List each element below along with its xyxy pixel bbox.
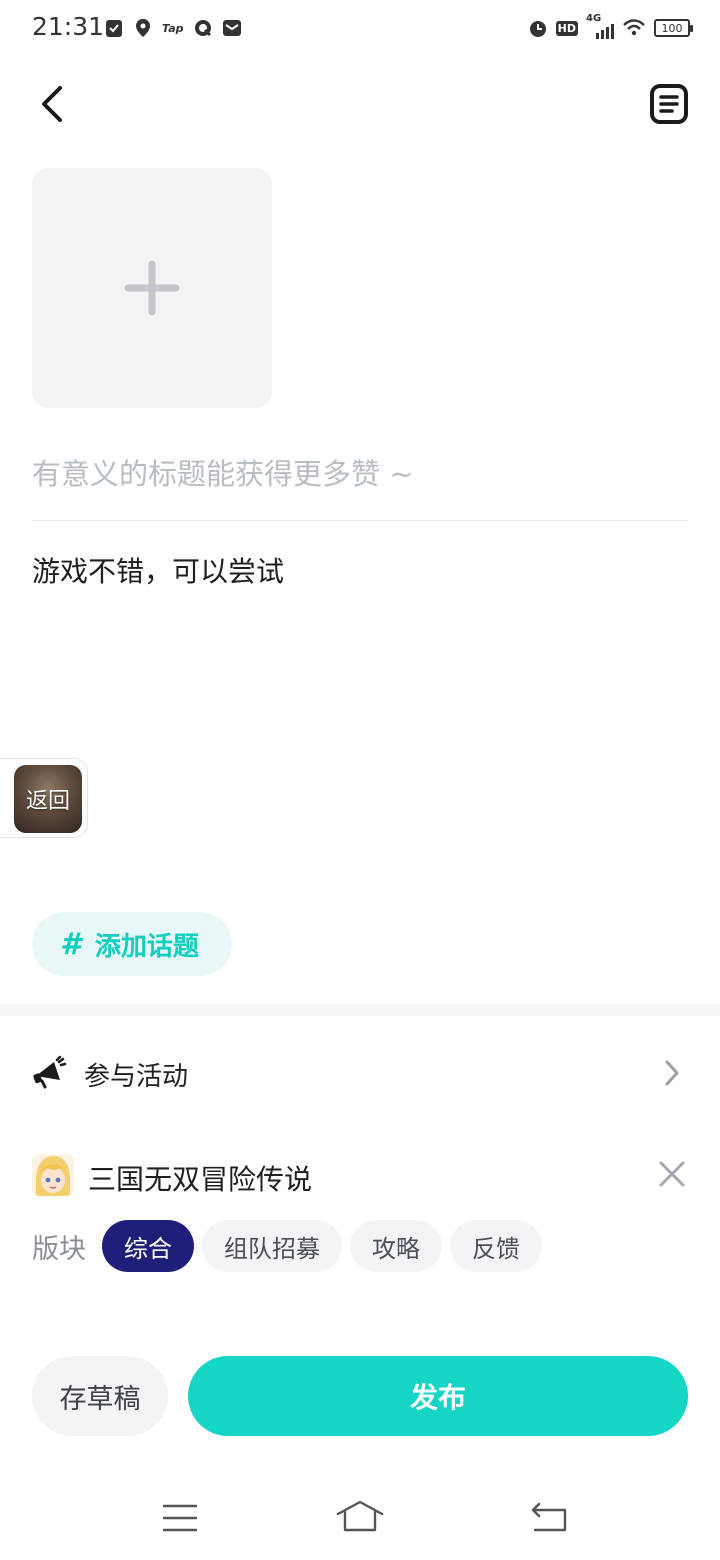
back-arrow-icon [42,86,62,122]
menu-icon [162,1504,198,1532]
floating-return-button[interactable]: 返回 [0,758,88,838]
wifi-icon [623,19,645,36]
megaphone-icon [33,1055,67,1089]
mail-icon [222,20,241,36]
drafts-button[interactable] [648,82,690,126]
join-activity-row[interactable]: 参与活动 [0,1040,720,1106]
board-label: 版块 [32,1233,86,1265]
plus-icon [124,260,180,316]
system-status-icons: HD 4G 100 [528,13,693,42]
board-chip-feedback[interactable]: 反馈 [450,1220,542,1272]
add-image-button[interactable] [32,168,272,408]
q-app-icon [194,20,211,37]
location-pin-icon [136,19,150,37]
battery-icon: 100 [654,19,693,37]
home-button[interactable] [335,1498,385,1538]
alarm-icon [529,21,546,37]
home-icon [336,1500,384,1532]
signal-icon: 4G [586,13,614,39]
board-chip-team-recruit[interactable]: 组队招募 [202,1220,342,1272]
game-name: 三国无双冒险传说 [88,1163,313,1196]
game-avatar [32,1154,74,1196]
publish-button[interactable]: 发布 [188,1356,688,1436]
hd-icon: HD [555,20,578,36]
return-icon [531,1502,567,1532]
chevron-right-icon [665,1060,679,1086]
hashtag-icon: # [60,926,81,962]
selected-game-row: 三国无双冒险传说 [0,1152,720,1202]
back-button[interactable] [34,82,74,126]
system-back-button[interactable] [525,1498,575,1538]
status-time: 21:31 [32,12,105,41]
return-thumbnail: 返回 [14,765,82,833]
board-chip-general[interactable]: 综合 [102,1220,194,1272]
recent-apps-button[interactable] [155,1498,205,1538]
add-topic-label: 添加话题 [94,931,199,962]
add-topic-button[interactable]: # 添加话题 [32,912,232,976]
return-label: 返回 [25,789,70,814]
check-notification-icon [106,20,122,37]
close-icon[interactable] [656,1158,688,1190]
document-icon [650,84,688,124]
title-input[interactable] [32,446,688,502]
post-body-text[interactable]: 游戏不错，可以尝试 [32,548,688,596]
status-bar: 21:31 Tap HD 4G 100 [0,0,720,56]
section-divider [0,1004,720,1016]
system-navigation-bar [0,1480,720,1560]
title-divider [32,520,688,521]
board-chip-guide[interactable]: 攻略 [350,1220,442,1272]
save-draft-button[interactable]: 存草稿 [32,1356,168,1436]
notification-icons: Tap [104,16,242,40]
tap-app-icon: Tap [162,21,184,35]
join-activity-label: 参与活动 [84,1062,189,1092]
board-selector: 版块 综合 组队招募 攻略 反馈 [32,1220,542,1272]
network-type: 4G [586,13,602,24]
